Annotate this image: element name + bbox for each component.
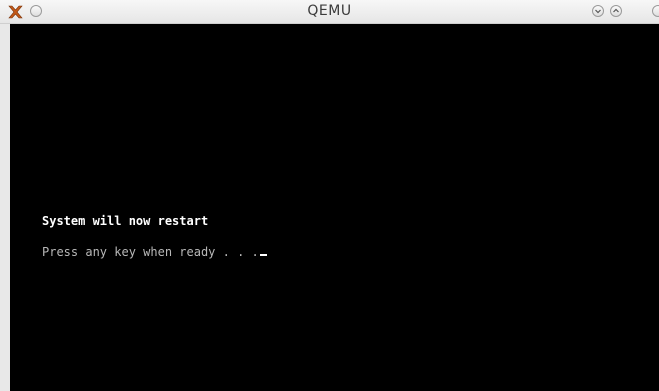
title-bar[interactable]: QEMU [0, 0, 659, 24]
vm-display[interactable]: System will now restart Press any key wh… [10, 24, 659, 391]
press-key-prompt: Press any key when ready . . . [42, 245, 267, 259]
chevron-down-icon[interactable] [592, 5, 604, 17]
qemu-window: QEMU System will now restart Press any k… [0, 0, 659, 391]
chevron-up-icon[interactable] [610, 5, 622, 17]
prompt-text: Press any key when ready . . . [42, 245, 259, 259]
close-icon[interactable] [652, 5, 659, 17]
restart-message: System will now restart [42, 214, 209, 228]
text-cursor [259, 254, 267, 256]
window-title: QEMU [307, 3, 352, 19]
